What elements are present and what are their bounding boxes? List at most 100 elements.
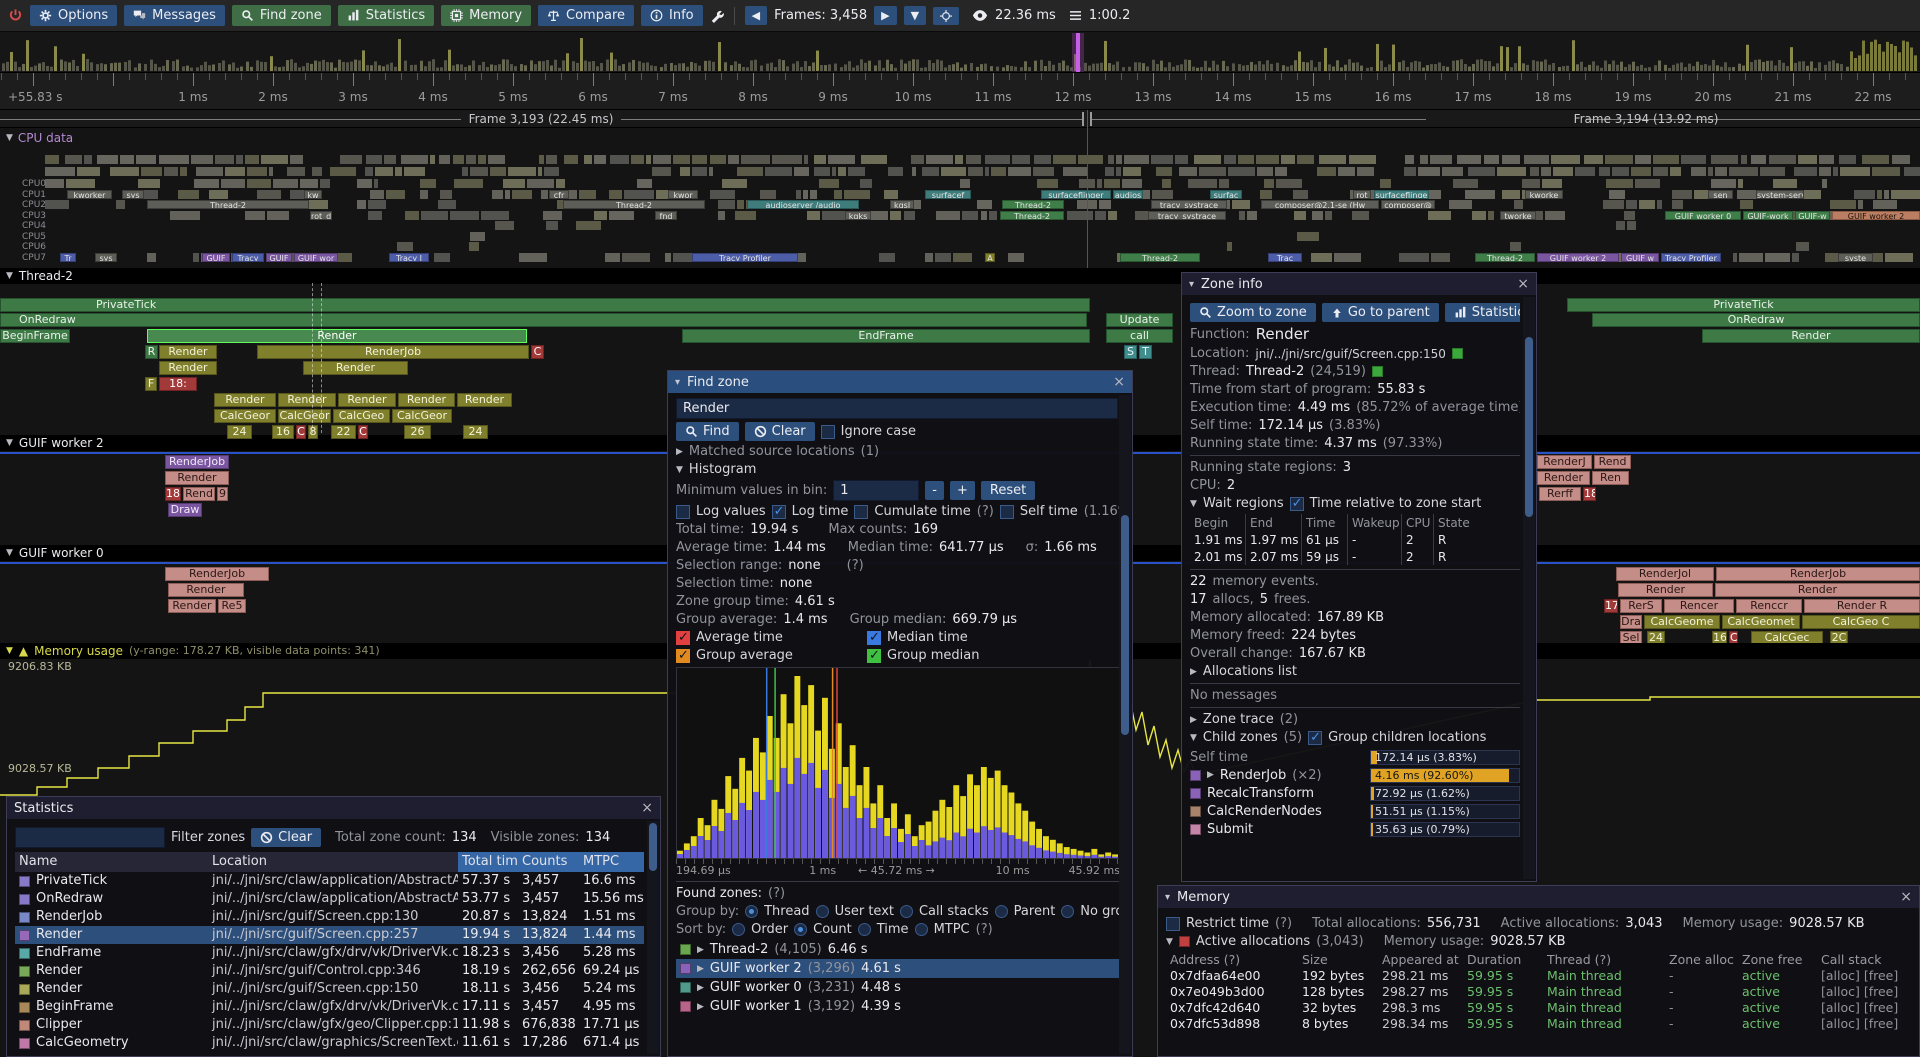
bin-increase-button[interactable]: + <box>950 481 975 500</box>
timeline-zone[interactable]: 24 <box>463 425 488 439</box>
timeline-zone[interactable]: Render R <box>1804 599 1920 613</box>
timeline-zone[interactable]: S <box>1124 345 1137 359</box>
timeline-zone[interactable]: 18: <box>159 377 197 391</box>
timeline-zone[interactable]: 17 <box>1604 599 1618 613</box>
zone-group-row[interactable]: ▶GUIF worker 0(3,231)4.48 s <box>676 978 1124 997</box>
clear-filter-button[interactable]: Clear <box>251 828 321 847</box>
timeline-zone[interactable]: Dra <box>1620 615 1642 629</box>
timeline-zone[interactable]: 16 <box>272 425 294 439</box>
timeline-zone[interactable]: Rencer <box>1664 599 1734 613</box>
min-bin-input[interactable] <box>833 480 919 501</box>
timeline-zone[interactable]: CalcGeor <box>214 409 276 423</box>
collapse-icon[interactable]: ▾ <box>675 377 680 388</box>
group-by-user-text-radio[interactable] <box>816 905 829 918</box>
allocation-row[interactable]: 0x7dfc42d64032 bytes298.3 ms59.95 sMain … <box>1166 1000 1911 1016</box>
timeline-zone[interactable]: OnRedraw <box>0 313 1087 327</box>
timeline-zone[interactable]: Render <box>165 471 229 485</box>
timeline-zone[interactable]: Draw <box>168 503 202 517</box>
child-zone-row[interactable]: CalcRenderNodes51.51 µs (1.15%) <box>1190 802 1520 820</box>
timeline-zone[interactable]: PrivateTick <box>1567 298 1920 312</box>
matched-source-locations[interactable]: Matched source locations <box>689 444 855 459</box>
timeline-zone[interactable]: R <box>145 345 158 359</box>
statistics-row[interactable]: Clipperjni/../jni/src/claw/gfx/geo/Clipp… <box>15 1016 644 1034</box>
timeline-zone[interactable]: Re5 <box>218 599 246 613</box>
timeline-zone[interactable]: Rend <box>183 487 215 501</box>
group-by-no-grouping-radio[interactable] <box>1061 905 1074 918</box>
timeline-zone[interactable]: 9 <box>217 487 228 501</box>
allocations-list-toggle[interactable]: Allocations list <box>1203 664 1297 679</box>
timeline-zone[interactable]: RenderJob <box>165 455 229 469</box>
prev-frame-button[interactable]: ◀ <box>745 6 767 25</box>
memory-header-address-[interactable]: Address (?) <box>1166 952 1298 968</box>
zone-search-input[interactable] <box>676 398 1118 419</box>
wait-regions-toggle[interactable]: Wait regions <box>1203 496 1284 511</box>
timeline-zone[interactable]: 24 <box>227 425 252 439</box>
restrict-time-checkbox[interactable] <box>1166 917 1180 931</box>
statistics-row[interactable]: EndFramejni/../jni/src/claw/gfx/drv/vk/D… <box>15 944 644 962</box>
tools-wrench-icon[interactable] <box>710 9 724 23</box>
frame-select-button[interactable]: ▼ <box>904 6 926 25</box>
log-time-checkbox[interactable] <box>772 505 786 519</box>
child-zone-row[interactable]: Self time172.14 µs (3.83%) <box>1190 748 1520 766</box>
stats-header-name[interactable]: Name <box>15 852 208 872</box>
timeline-zone[interactable]: CalcGeome <box>1644 615 1720 629</box>
close-icon[interactable]: × <box>641 800 653 816</box>
sort-by-count-radio[interactable] <box>794 923 807 936</box>
messages-button[interactable]: Messages <box>124 5 225 26</box>
timeline-zone[interactable]: RenderJob <box>257 345 529 359</box>
memory-header-thread-[interactable]: Thread (?) <box>1543 952 1665 968</box>
median-time-checkbox[interactable] <box>867 631 881 645</box>
timeline-zone[interactable]: CalcGeo C <box>1802 615 1920 629</box>
child-zone-row[interactable]: ▶RenderJob(×2)4.16 ms (92.60%) <box>1190 766 1520 784</box>
clear-button[interactable]: Clear <box>745 422 815 441</box>
statistics-row[interactable]: BeginFramejni/../jni/src/claw/gfx/drv/vk… <box>15 998 644 1016</box>
timeline-zone[interactable]: Render <box>1702 329 1920 343</box>
zoom-to-zone-button[interactable]: Zoom to zone <box>1190 303 1316 322</box>
group-average-checkbox[interactable] <box>676 649 690 663</box>
timeline-zone[interactable]: Renccr <box>1736 599 1802 613</box>
timeline-zone[interactable]: RenderJol <box>1616 567 1714 581</box>
timeline-zone[interactable]: PrivateTick <box>0 298 1090 312</box>
zone-time-histogram[interactable] <box>676 667 1120 859</box>
statistics-titlebar[interactable]: Statistics × <box>7 797 660 819</box>
allocation-row[interactable]: 0x7e049b3d00128 bytes298.27 ms59.95 sMai… <box>1166 984 1911 1000</box>
find-zone-scrollbar[interactable] <box>1119 395 1131 1054</box>
stats-header-total-time[interactable]: Total time <box>458 852 518 872</box>
source-color-swatch[interactable] <box>1452 348 1463 359</box>
timeline-zone[interactable]: Render <box>1537 471 1590 485</box>
zone-info-scrollbar[interactable] <box>1523 297 1535 879</box>
ignore-case-checkbox[interactable] <box>821 425 835 439</box>
memory-header-zone-alloc[interactable]: Zone alloc <box>1665 952 1738 968</box>
timeline-zone[interactable]: BeginFrame <box>0 329 70 343</box>
zone-trace-toggle[interactable]: Zone trace <box>1203 712 1274 727</box>
timeline-zone[interactable]: RenderJob <box>165 567 269 581</box>
memory-button[interactable]: Memory <box>441 5 531 26</box>
timeline-zone[interactable]: Render <box>168 583 244 597</box>
timeline-zone[interactable]: CalcGeo <box>333 409 390 423</box>
timeline-zone[interactable]: Render <box>1715 583 1920 597</box>
self-time-checkbox[interactable] <box>1000 505 1014 519</box>
stats-header-location[interactable]: Location <box>208 852 458 872</box>
timeline-zone[interactable]: Render <box>147 329 527 343</box>
zone-info-titlebar[interactable]: ▾ Zone info × <box>1182 273 1536 295</box>
child-zone-row[interactable]: RecalcTransform72.92 µs (1.62%) <box>1190 784 1520 802</box>
memory-header-call-stack[interactable]: Call stack <box>1817 952 1911 968</box>
timeline-zone[interactable]: C <box>358 425 368 439</box>
timeline-zone[interactable]: Ren <box>1592 471 1629 485</box>
zone-group-row[interactable]: ▶GUIF worker 1(3,192)4.39 s <box>676 997 1124 1016</box>
statistics-row[interactable]: CalcGeometryjni/../jni/src/claw/graphics… <box>15 1034 644 1052</box>
timeline-zone[interactable]: Update <box>1106 313 1173 327</box>
wait-region-row[interactable]: 2.01 ms2.07 ms59 µs-2R <box>1190 548 1520 565</box>
timeline-zone[interactable]: 18 <box>165 487 181 501</box>
thread-section-header[interactable]: ▼Thread-2 <box>0 268 1920 284</box>
statistics-button[interactable]: Statistics <box>338 5 434 26</box>
timeline-zone[interactable]: Rerff <box>1539 487 1581 501</box>
statistics-row[interactable]: RenderJobjni/../jni/src/guif/Screen.cpp:… <box>15 908 644 926</box>
group-by-thread-radio[interactable] <box>745 905 758 918</box>
memory-header-duration[interactable]: Duration <box>1463 952 1543 968</box>
timeline-zone[interactable]: 26 <box>404 425 431 439</box>
find-zone-button[interactable]: Find zone <box>232 5 331 26</box>
timeline-zone[interactable]: Render <box>168 599 216 613</box>
timeline-zone[interactable]: Render <box>398 393 455 407</box>
memory-header-zone-free[interactable]: Zone free <box>1738 952 1817 968</box>
